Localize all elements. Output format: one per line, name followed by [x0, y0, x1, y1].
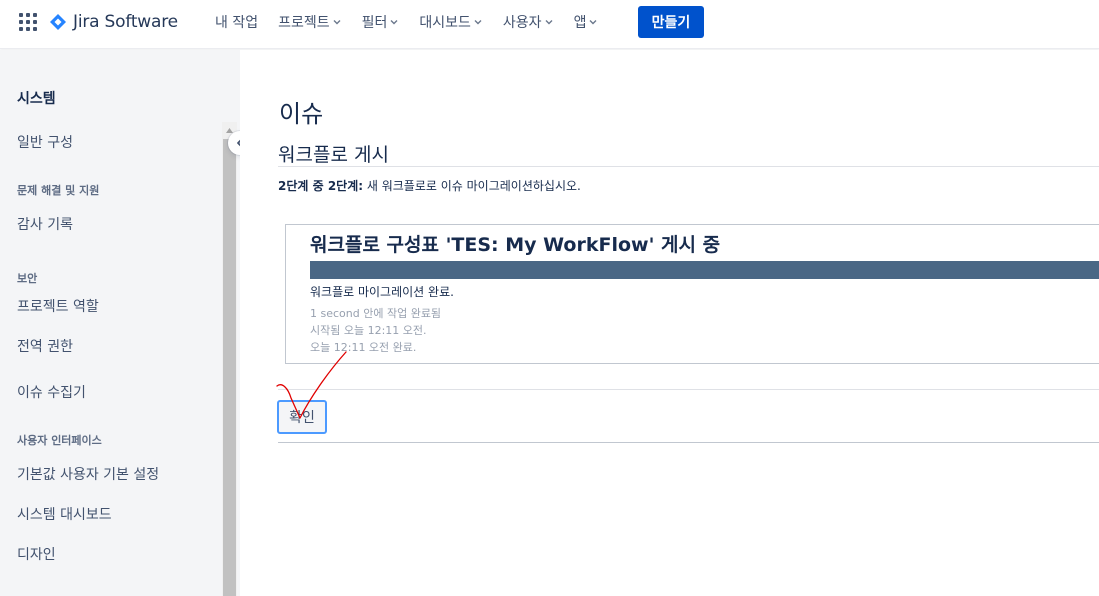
step-description: 2단계 중 2단계: 새 워크플로로 이슈 마이그레이션하십시오.	[278, 177, 581, 194]
nav-item[interactable]: 앱	[574, 12, 599, 32]
nav-item-label: 대시보드	[419, 15, 471, 31]
nav-item-label: 필터	[361, 15, 388, 31]
divider	[278, 389, 1099, 390]
nav-item[interactable]: 내 작업	[215, 12, 258, 32]
create-button[interactable]: 만들기	[638, 6, 704, 38]
progress-finished: 오늘 12:11 오전 완료.	[310, 341, 417, 354]
app-name: Jira Software	[73, 12, 178, 32]
chevron-down-icon	[333, 20, 341, 25]
chevron-down-icon	[589, 20, 597, 25]
sidebar-item[interactable]: 시스템 대시보드	[17, 504, 112, 524]
divider	[278, 442, 1099, 443]
nav-item-label: 앱	[573, 15, 587, 31]
ok-button[interactable]: 확인	[277, 400, 327, 434]
section-title: 워크플로 게시	[278, 144, 389, 166]
chevron-down-icon	[390, 20, 398, 25]
nav-item[interactable]: 필터	[362, 12, 400, 32]
progress-started: 시작됨 오늘 12:11 오전.	[310, 324, 427, 337]
jira-diamond-icon	[50, 14, 66, 30]
sidebar-item[interactable]: 디자인	[17, 544, 56, 564]
divider	[278, 166, 1099, 167]
step-text: 새 워크플로로 이슈 마이그레이션하십시오.	[363, 179, 581, 193]
nav-item[interactable]: 프로젝트	[278, 12, 342, 32]
progress-bar-fill	[310, 261, 1099, 279]
sidebar-section-heading: 사용자 인터페이스	[17, 434, 102, 447]
sidebar-item[interactable]: 기본값 사용자 기본 설정	[17, 464, 159, 484]
nav-item-label: 프로젝트	[278, 15, 330, 31]
nav-item[interactable]: 대시보드	[419, 12, 483, 32]
scrollbar-thumb[interactable]	[223, 139, 236, 596]
nav-item-label: 사용자	[502, 15, 542, 31]
sidebar-item[interactable]: 전역 권한	[17, 336, 73, 356]
progress-duration: 1 second 안에 작업 완료됨	[310, 307, 442, 320]
admin-sidebar: 시스템 일반 구성문제 해결 및 지원감사 기록보안프로젝트 역할전역 권한이슈…	[0, 50, 252, 596]
sidebar-item[interactable]: 일반 구성	[17, 132, 73, 152]
main-nav: 내 작업 프로젝트 필터 대시보드 사용자 앱	[215, 0, 618, 44]
nav-item-label: 내 작업	[215, 15, 259, 31]
jira-logo[interactable]: Jira Software	[49, 10, 178, 34]
page-title: 이슈	[279, 100, 324, 128]
sidebar-title: 시스템	[17, 91, 56, 107]
sidebar-section-heading: 보안	[17, 272, 38, 285]
chevron-down-icon	[474, 20, 482, 25]
chevron-down-icon	[545, 20, 553, 25]
nav-item[interactable]: 사용자	[503, 12, 554, 32]
sidebar-item[interactable]: 감사 기록	[17, 214, 73, 234]
sidebar-item[interactable]: 이슈 수집기	[17, 382, 86, 402]
sidebar-scrollbar[interactable]	[222, 122, 237, 596]
app-switcher-icon[interactable]	[19, 13, 37, 31]
sidebar-section-heading: 문제 해결 및 지원	[17, 184, 100, 197]
sidebar-item[interactable]: 프로젝트 역할	[17, 296, 99, 316]
progress-panel: 워크플로 구성표 'TES: My WorkFlow' 게시 중 워크플로 마이…	[285, 224, 1099, 364]
top-navigation-bar: Jira Software 내 작업 프로젝트 필터 대시보드 사용자 앱 만들기	[0, 0, 1099, 49]
progress-title: 워크플로 구성표 'TES: My WorkFlow' 게시 중	[310, 234, 721, 256]
progress-status: 워크플로 마이그레이션 완료.	[310, 285, 454, 299]
progress-bar	[310, 261, 1099, 279]
step-indicator: 2단계 중 2단계:	[278, 179, 364, 193]
main-content: 이슈 워크플로 게시 2단계 중 2단계: 새 워크플로로 이슈 마이그레이션하…	[240, 50, 1099, 596]
